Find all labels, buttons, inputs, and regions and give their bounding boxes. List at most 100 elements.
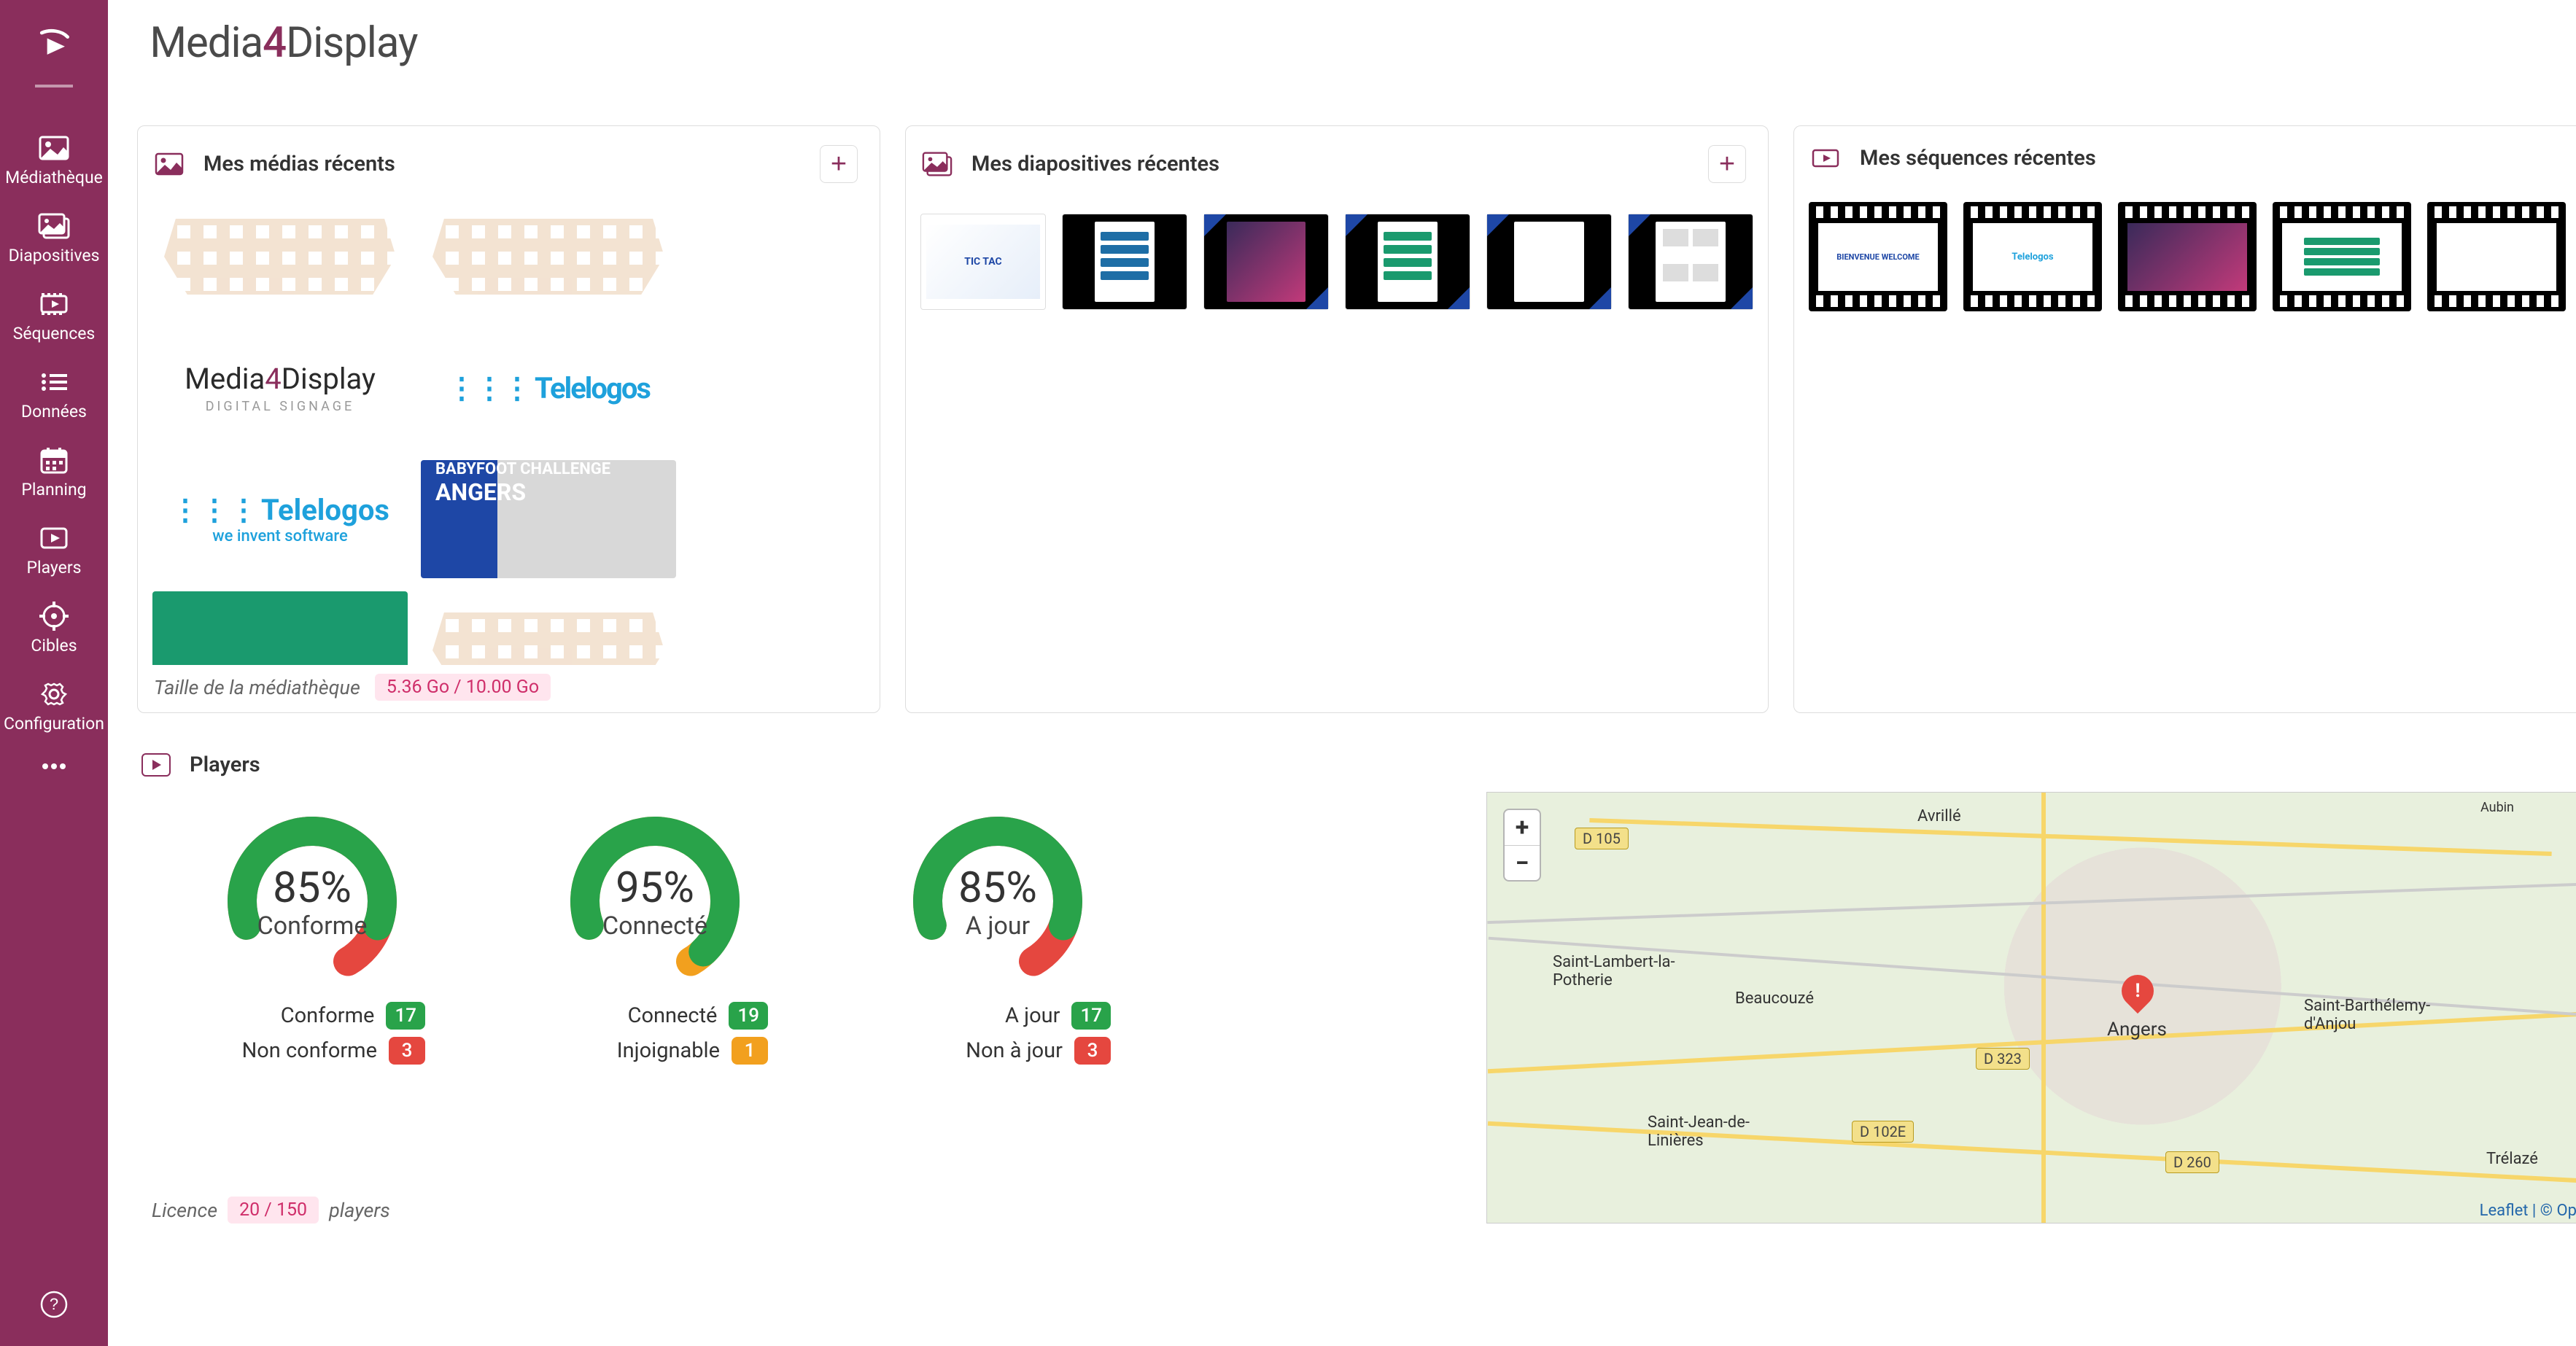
sequence-thumb[interactable] bbox=[2427, 202, 2566, 311]
nav-more[interactable] bbox=[0, 747, 108, 786]
sequence-thumb[interactable]: Telelogos bbox=[1963, 202, 2102, 311]
brand-logo: Media4Display bbox=[140, 18, 417, 68]
map-place: Saint-Barthélemy-d'Anjou bbox=[2304, 997, 2450, 1033]
sequences-row: BIENVENUE WELCOME Telelogos bbox=[1794, 186, 2576, 327]
sequence-icon bbox=[1810, 145, 1841, 171]
sequence-thumb[interactable] bbox=[2273, 202, 2411, 311]
players-map[interactable]: D 105 D 323 D 102E D 260 Avrillé Aubin S… bbox=[1486, 792, 2576, 1224]
count-badge: 17 bbox=[386, 1002, 425, 1030]
nav-players[interactable]: Players bbox=[0, 513, 108, 591]
nav-planning[interactable]: Planning bbox=[0, 435, 108, 513]
gauge-chart: 85% Conforme bbox=[225, 814, 400, 989]
nav-label: Médiathèque bbox=[5, 168, 103, 187]
zoom-out-button[interactable]: − bbox=[1505, 845, 1540, 880]
gauge-percent: 85% bbox=[910, 863, 1085, 913]
road-badge: D 102E bbox=[1852, 1121, 1914, 1143]
legend-bad: Non à jour 3 bbox=[885, 1037, 1111, 1065]
sequence-thumb[interactable] bbox=[2118, 202, 2257, 311]
media-size-value: 5.36 Go / 10.00 Go bbox=[375, 674, 551, 701]
media-thumb[interactable]: BABYFOOT CHALLENGEANGERS bbox=[421, 460, 676, 578]
help-icon: ? bbox=[38, 1292, 70, 1317]
gear-icon bbox=[38, 682, 70, 707]
brand-p1: Media bbox=[150, 18, 263, 68]
slides-icon bbox=[38, 214, 70, 238]
card-title: Mes médias récents bbox=[203, 152, 395, 176]
brand-p2: 4 bbox=[263, 18, 286, 68]
count-badge: 3 bbox=[389, 1037, 425, 1065]
map-place: Beaucouzé bbox=[1735, 989, 1814, 1008]
gauge-percent: 95% bbox=[567, 863, 742, 913]
sequence-thumb[interactable]: BIENVENUE WELCOME bbox=[1809, 202, 1947, 311]
legend-good: Connecté 19 bbox=[542, 1002, 768, 1030]
media-footer: Taille de la médiathèque 5.36 Go / 10.00… bbox=[138, 665, 880, 712]
slides-icon bbox=[922, 151, 953, 177]
nav-sequences[interactable]: Séquences bbox=[0, 279, 108, 357]
media-thumb[interactable] bbox=[152, 198, 408, 316]
sidebar-separator bbox=[35, 85, 73, 87]
nav-help[interactable]: ? bbox=[0, 1285, 108, 1324]
card-recent-slides: Mes diapositives récentes + TIC TAC bbox=[905, 125, 1769, 713]
nav-label: Players bbox=[26, 558, 81, 577]
map-place: Avrillé bbox=[1917, 807, 1961, 825]
count-badge: 1 bbox=[732, 1037, 768, 1065]
calendar-icon bbox=[38, 448, 70, 472]
slide-thumb[interactable] bbox=[1486, 214, 1612, 310]
media-thumb[interactable] bbox=[421, 591, 676, 665]
gauge-1: 95% Connecté Connecté 19 Injoignable 1 bbox=[524, 814, 786, 1175]
map-place: Saint-Lambert-la-Potherie bbox=[1553, 953, 1684, 989]
slides-row: TIC TAC bbox=[906, 198, 1768, 326]
nav-label: Séquences bbox=[13, 324, 96, 343]
gauge-chart: 95% Connecté bbox=[567, 814, 742, 989]
media-thumb[interactable] bbox=[152, 591, 408, 665]
nav-label: Planning bbox=[21, 480, 86, 499]
card-title: Mes diapositives récentes bbox=[971, 152, 1219, 176]
player-icon bbox=[141, 753, 171, 777]
more-icon bbox=[38, 754, 70, 779]
map-place: Aubin bbox=[2480, 800, 2514, 815]
gauge-label: A jour bbox=[910, 911, 1085, 941]
road-badge: D 323 bbox=[1976, 1048, 2030, 1070]
slide-thumb[interactable] bbox=[1062, 214, 1187, 310]
map-place: Trélazé bbox=[2486, 1150, 2538, 1168]
media-thumb[interactable]: Media4DisplayDIGITAL SIGNAGE bbox=[152, 329, 408, 447]
slide-thumb[interactable] bbox=[1203, 214, 1329, 310]
add-media-button[interactable]: + bbox=[820, 145, 858, 183]
nav-label: Configuration bbox=[4, 714, 104, 734]
image-icon bbox=[154, 151, 185, 177]
road-badge: D 105 bbox=[1575, 828, 1629, 849]
nav-donnees[interactable]: Données bbox=[0, 357, 108, 435]
count-badge: 17 bbox=[1071, 1002, 1111, 1030]
app-logo-icon[interactable] bbox=[28, 17, 80, 70]
add-slide-button[interactable]: + bbox=[1708, 145, 1746, 183]
map-place: Angers bbox=[2107, 1019, 2167, 1040]
map-marker-icon[interactable] bbox=[2122, 975, 2154, 1019]
slide-thumb[interactable]: TIC TAC bbox=[920, 214, 1046, 310]
zoom-in-button[interactable]: + bbox=[1505, 810, 1540, 845]
nav-label: Cibles bbox=[31, 636, 77, 656]
media-thumb[interactable]: ⋮⋮⋮Telelogos bbox=[421, 329, 676, 447]
target-icon bbox=[38, 604, 70, 629]
nav-label: Données bbox=[21, 402, 87, 421]
media-size-label: Taille de la médiathèque bbox=[154, 676, 360, 699]
map-attribution[interactable]: Leaflet | © Op bbox=[2480, 1202, 2576, 1220]
player-icon bbox=[38, 526, 70, 551]
legend-bad: Non conforme 3 bbox=[199, 1037, 425, 1065]
list-icon bbox=[38, 370, 70, 394]
media-thumb[interactable]: ⋮⋮⋮Telelogoswe invent software bbox=[152, 460, 408, 578]
gauge-2: 85% A jour A jour 17 Non à jour 3 bbox=[866, 814, 1129, 1175]
gauges-row: 85% Conforme Conforme 17 Non conforme 3 … bbox=[137, 792, 1464, 1175]
nav-configuration[interactable]: Configuration bbox=[0, 669, 108, 747]
header: Media4Display bbox=[108, 0, 2576, 86]
slide-thumb[interactable] bbox=[1628, 214, 1753, 310]
slide-thumb[interactable] bbox=[1345, 214, 1470, 310]
licence-label: Licence bbox=[152, 1199, 217, 1222]
licence-suffix: players bbox=[329, 1199, 390, 1222]
gauge-0: 85% Conforme Conforme 17 Non conforme 3 bbox=[181, 814, 443, 1175]
nav-mediatheque[interactable]: Médiathèque bbox=[0, 122, 108, 201]
gauge-label: Connecté bbox=[567, 911, 742, 941]
media-thumb[interactable] bbox=[421, 198, 676, 316]
nav-diapositives[interactable]: Diapositives bbox=[0, 201, 108, 279]
legend-bad: Injoignable 1 bbox=[542, 1037, 768, 1065]
nav-cibles[interactable]: Cibles bbox=[0, 591, 108, 669]
image-icon bbox=[38, 136, 70, 160]
